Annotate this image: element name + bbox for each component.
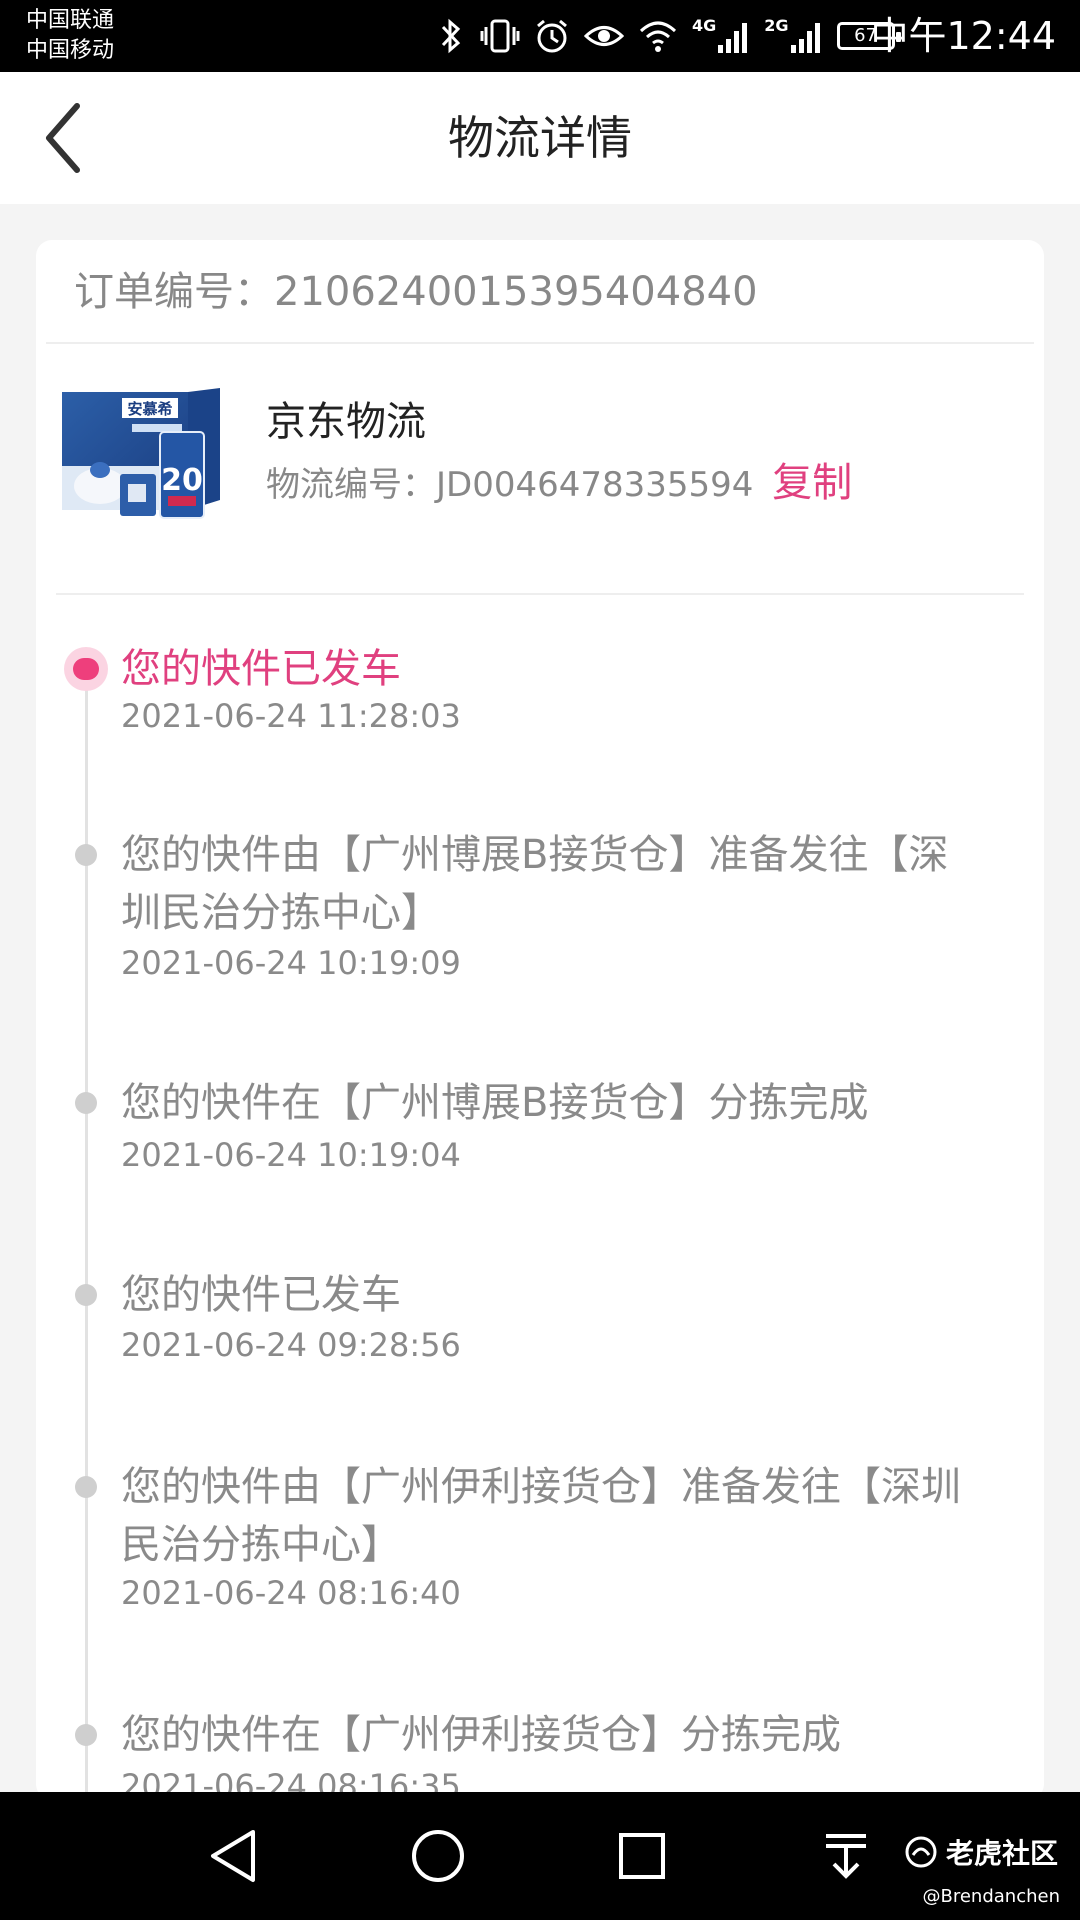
carriers: 中国联通 中国移动 — [26, 6, 114, 66]
bluetooth-icon — [436, 14, 466, 58]
event-time: 2021-06-24 10:19:04 — [121, 1136, 461, 1174]
event-description-line-1: 您的快件由【广州伊利接货仓】准备发往【深圳 — [121, 1464, 961, 1510]
home-circle-icon — [412, 1830, 464, 1882]
product-image: 安慕希 20 — [62, 388, 220, 519]
logistics-card: 订单编号：2106240015395404840 安慕希 20 京东物流 物流编… — [36, 240, 1044, 1800]
watermark: 老虎社区 — [904, 1832, 1058, 1872]
status-bar: 中国联通 中国移动 4G 2G 67 中午12:44 — [0, 0, 1080, 72]
nav-home-button[interactable] — [408, 1826, 468, 1886]
copy-button[interactable]: 复制 — [772, 460, 852, 506]
alarm-icon — [534, 14, 570, 58]
eye-icon — [584, 14, 624, 58]
carrier-name: 京东物流 — [266, 399, 426, 445]
event-description: 您的快件已发车 — [121, 1272, 401, 1318]
event-description-line-1: 您的快件由【广州博展B接货仓】准备发往【深 — [121, 832, 949, 878]
nav-recents-button[interactable] — [612, 1826, 672, 1886]
timeline-dot — [75, 1284, 97, 1306]
product-number-text: 20 — [161, 463, 203, 498]
network-2g-label: 2G — [764, 16, 789, 35]
watermark-text: 老虎社区 — [946, 1837, 1059, 1870]
carrier-1: 中国联通 — [26, 8, 115, 33]
download-icon — [826, 1834, 866, 1879]
signal-2g-icon: 2G — [764, 14, 822, 58]
order-number-row: 订单编号：2106240015395404840 — [74, 264, 758, 320]
back-triangle-icon — [211, 1830, 255, 1882]
carrier-2: 中国移动 — [26, 38, 115, 63]
timeline-line — [85, 670, 88, 1800]
tracking-label: 物流编号： — [266, 465, 436, 505]
event-description: 您的快件已发车 — [121, 646, 401, 692]
tracking-number: JD0046478335594 — [436, 465, 754, 505]
event-time: 2021-06-24 10:19:09 — [121, 944, 461, 982]
timeline-dot — [75, 1476, 97, 1498]
event-description: 您的快件在【广州博展B接货仓】分拣完成 — [121, 1080, 869, 1126]
timeline-dot — [75, 844, 97, 866]
nav-back-button[interactable] — [203, 1826, 263, 1886]
tiger-logo-icon — [905, 1836, 937, 1868]
order-number-label: 订单编号： — [74, 269, 274, 315]
timeline-dot-active — [64, 647, 108, 691]
divider — [46, 342, 1034, 344]
divider — [56, 593, 1024, 595]
vibrate-icon — [480, 14, 520, 58]
screen: 中国联通 中国移动 4G 2G 67 中午12:44 物流详情 订单编号：210… — [0, 0, 1080, 1920]
event-time: 2021-06-24 11:28:03 — [121, 697, 461, 735]
wifi-icon — [638, 14, 678, 58]
nav-notifications-button[interactable] — [816, 1826, 876, 1886]
clock: 中午12:44 — [870, 14, 1056, 58]
page-title: 物流详情 — [448, 111, 632, 165]
timeline-dot — [75, 1724, 97, 1746]
timeline-dot — [75, 1092, 97, 1114]
event-description-line-2: 民治分拣中心】 — [121, 1522, 401, 1568]
recents-square-icon — [619, 1833, 665, 1879]
order-number: 2106240015395404840 — [274, 269, 758, 315]
event-description: 您的快件在【广州伊利接货仓】分拣完成 — [121, 1712, 841, 1758]
author-handle: @Brendanchen — [922, 1886, 1061, 1907]
tracking-row: 物流编号：JD0046478335594 复制 — [266, 458, 852, 510]
product-brand-text: 安慕希 — [127, 400, 172, 418]
event-time: 2021-06-24 08:16:40 — [121, 1574, 461, 1612]
nav-header: 物流详情 — [0, 72, 1080, 204]
event-description-line-2: 圳民治分拣中心】 — [121, 890, 441, 936]
system-nav-bar: 老虎社区 @Brendanchen — [0, 1792, 1080, 1920]
event-time: 2021-06-24 09:28:56 — [121, 1326, 461, 1364]
network-4g-label: 4G — [692, 16, 717, 35]
status-icons: 4G 2G 67 — [436, 14, 901, 58]
signal-4g-icon: 4G — [692, 14, 750, 58]
